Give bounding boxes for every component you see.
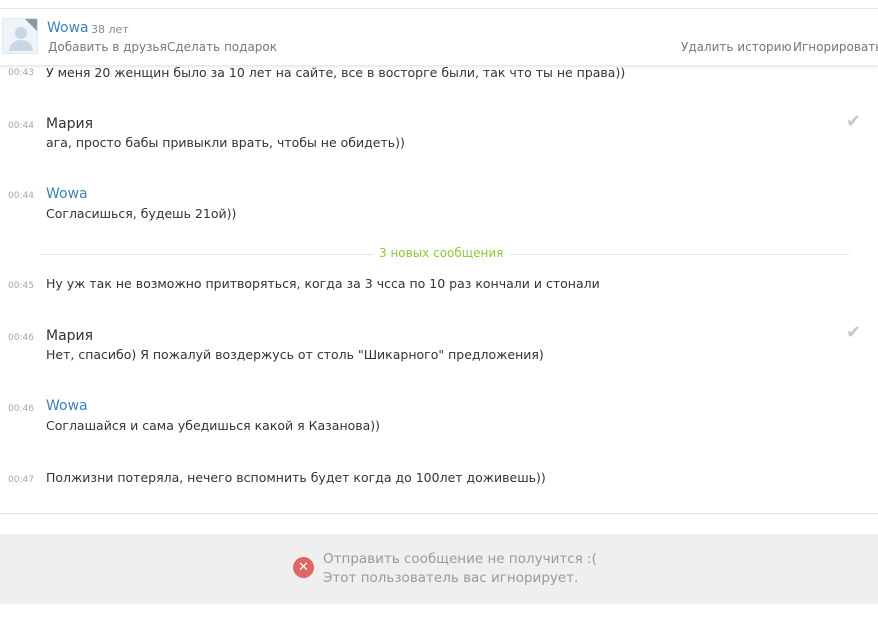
user-name-link[interactable]: Wowa [47, 20, 89, 36]
avatar-corner-mark [25, 19, 37, 31]
message-time: 00:46 [8, 333, 34, 343]
user-avatar[interactable] [2, 18, 38, 54]
message-time: 00:44 [8, 121, 34, 131]
message-time: 00:45 [8, 281, 34, 291]
message-text: Соглашайся и сама убедишься какой я Каза… [46, 418, 381, 433]
user-age: 38 лет [91, 23, 129, 36]
message-author[interactable]: Wowa [46, 186, 88, 202]
message-text: Полжизни потеряла, нечего вспомнить буде… [46, 470, 546, 485]
message-text: Нет, спасибо) Я пожалуй воздержусь от ст… [46, 347, 544, 362]
read-check-icon: ✔ [846, 322, 862, 343]
error-icon: ✕ [293, 557, 314, 578]
message-text: Согласишься, будешь 21ой)) [46, 206, 237, 221]
error-message-title: Отправить сообщение не получится :( [323, 551, 597, 567]
message-author[interactable]: Мария [46, 328, 93, 344]
delete-history-link[interactable]: Удалить историю [681, 40, 792, 54]
send-gift-link[interactable]: Сделать подарок [167, 40, 277, 54]
message-time: 00:43 [8, 68, 34, 78]
message-text: У меня 20 женщин было за 10 лет на сайте… [46, 65, 626, 80]
ignore-link[interactable]: Игнорировать [793, 40, 878, 54]
send-error-panel: ✕ Отправить сообщение не получится :( Эт… [0, 534, 878, 604]
messages-bottom-divider [0, 513, 878, 514]
message-time: 00:44 [8, 191, 34, 201]
message-author[interactable]: Мария [46, 116, 93, 132]
message-time: 00:47 [8, 475, 34, 485]
message-text: Ну уж так не возможно притворяться, когд… [46, 276, 600, 291]
chat-header: Wowa 38 лет Добавить в друзья Сделать по… [0, 8, 878, 65]
message-time: 00:46 [8, 404, 34, 414]
message-author[interactable]: Wowa [46, 398, 88, 414]
message-text: ага, просто бабы привыкли врать, чтобы н… [46, 135, 405, 150]
error-message-detail: Этот пользователь вас игнорирует. [323, 570, 579, 586]
add-friend-link[interactable]: Добавить в друзья [48, 40, 167, 54]
read-check-icon: ✔ [846, 111, 862, 132]
new-messages-label: 3 новых сообщения [373, 246, 510, 260]
